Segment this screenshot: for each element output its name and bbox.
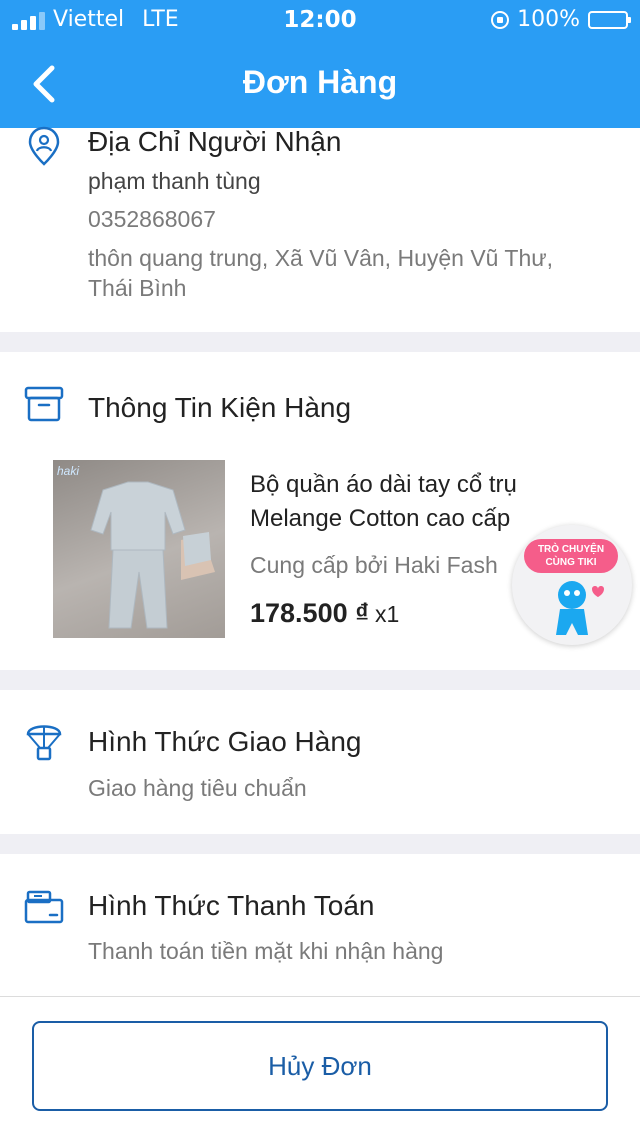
chat-label: TRÒ CHUYỆN CÙNG TIKI	[524, 539, 618, 573]
recipient-phone: 0352868067	[88, 206, 216, 232]
status-bar: Viettel LTE 12:00 100%	[0, 0, 640, 40]
page-title: Đơn Hàng	[242, 64, 398, 100]
location-pin-icon	[22, 124, 66, 168]
payment-value: Thanh toán tiền mặt khi nhận hàng	[88, 938, 444, 964]
nav-bar: Đơn Hàng	[0, 40, 640, 128]
back-button[interactable]	[22, 60, 70, 108]
product-name[interactable]: Bộ quần áo dài tay cổ trụ Melange Cotton…	[250, 468, 580, 536]
address-line-1: thôn quang trung, Xã Vũ Vân, Huyện Vũ Th…	[88, 245, 554, 271]
bottom-action-bar: Hủy Đơn	[0, 996, 640, 1137]
parachute-package-icon	[22, 718, 66, 762]
clothing-set-illustration	[90, 481, 215, 629]
address-line-2: Thái Bình	[88, 275, 187, 301]
product-image-brand: haki	[57, 464, 80, 478]
wallet-card-icon	[22, 884, 66, 928]
product-quantity: x1	[374, 601, 400, 627]
package-title: Thông Tin Kiện Hàng	[88, 392, 352, 423]
shipping-value: Giao hàng tiêu chuẩn	[88, 775, 307, 801]
product-price-value: 178.500 ₫	[250, 598, 369, 628]
recipient-name: phạm thanh tùng	[88, 168, 261, 194]
recipient-address-section: Địa Chỉ Người Nhận phạm thanh tùng 03528…	[0, 126, 640, 332]
product-image[interactable]: haki	[53, 460, 225, 638]
section-divider	[0, 834, 640, 854]
chat-label-line-1: TRÒ CHUYỆN	[537, 544, 605, 555]
shipping-method-section: Hình Thức Giao Hàng Giao hàng tiêu chuẩn	[0, 690, 640, 834]
payment-method-section: Hình Thức Thanh Toán Thanh toán tiền mặt…	[0, 854, 640, 996]
address-title: Địa Chỉ Người Nhận	[88, 126, 342, 157]
cancel-order-button[interactable]: Hủy Đơn	[32, 1021, 608, 1111]
payment-title: Hình Thức Thanh Toán	[88, 890, 375, 921]
rotation-lock-icon	[491, 10, 510, 29]
archive-box-icon	[22, 382, 66, 426]
shipping-title: Hình Thức Giao Hàng	[88, 726, 362, 757]
section-divider	[0, 332, 640, 352]
battery-percent: 100%	[517, 7, 580, 32]
chat-with-tiki-button[interactable]: TRÒ CHUYỆN CÙNG TIKI	[512, 525, 632, 645]
product-price: 178.500 ₫ x1	[250, 598, 399, 629]
chevron-left-icon	[33, 65, 55, 103]
battery-icon	[588, 10, 631, 29]
chat-label-line-2: CÙNG TIKI	[545, 557, 597, 568]
product-seller: Cung cấp bởi Haki Fash	[250, 552, 498, 578]
tiki-mascot-icon	[556, 581, 604, 635]
status-right: 100%	[491, 7, 631, 32]
section-divider	[0, 670, 640, 690]
